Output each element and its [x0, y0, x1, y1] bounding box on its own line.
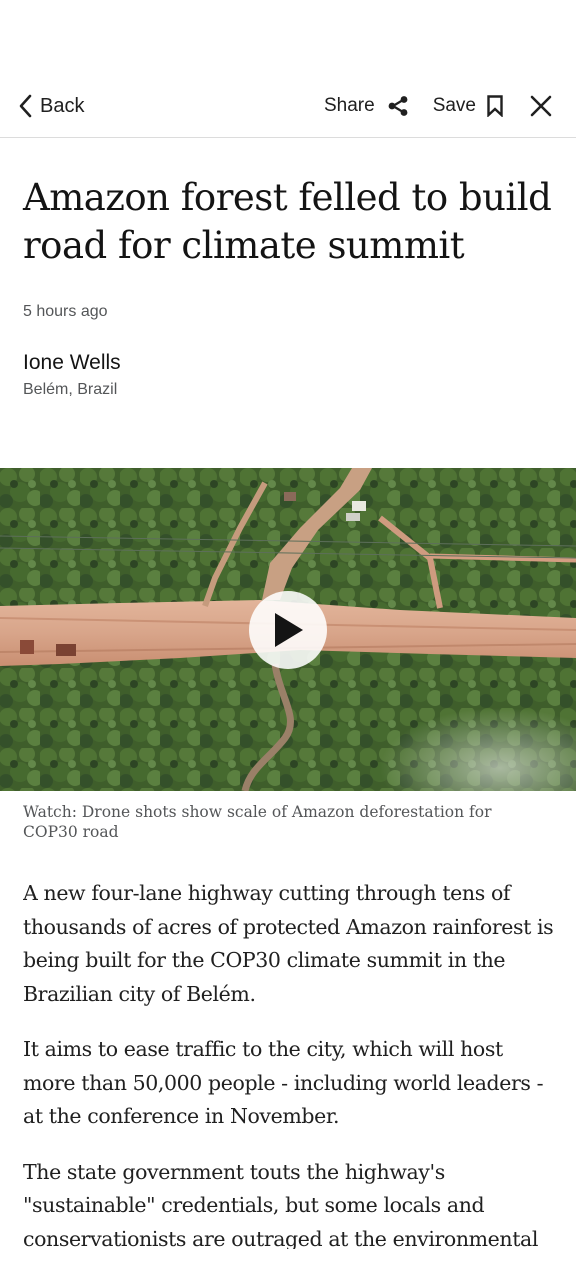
share-label: Share — [323, 95, 375, 116]
article-body: A new four-lane highway cutting through … — [23, 877, 558, 1249]
status-bar — [0, 0, 576, 72]
author-name[interactable]: Ione Wells — [23, 351, 553, 375]
back-chevron-icon — [18, 94, 32, 118]
play-icon — [271, 611, 305, 649]
back-button[interactable]: Back — [18, 92, 84, 120]
toolbar-actions: Share Save — [324, 91, 552, 121]
article-header: Amazon forest felled to build road for c… — [0, 138, 576, 399]
article-paragraph: It aims to ease traffic to the city, whi… — [23, 1037, 544, 1128]
share-button[interactable]: Share — [324, 95, 409, 117]
article-paragraph: The state government touts the highway's… — [23, 1159, 539, 1250]
share-icon — [387, 95, 409, 117]
save-label: Save — [432, 95, 476, 116]
article-timestamp: 5 hours ago — [23, 303, 108, 320]
video-caption: Watch: Drone shots show scale of Amazon … — [23, 803, 492, 841]
back-label: Back — [40, 94, 85, 117]
author-location: Belém, Brazil — [23, 381, 118, 398]
play-button[interactable] — [249, 591, 327, 669]
article-headline: Amazon forest felled to build road for c… — [23, 176, 552, 267]
close-button[interactable] — [530, 95, 552, 117]
save-button[interactable]: Save — [433, 95, 504, 117]
article-toolbar: Back Share Save — [0, 72, 576, 138]
bookmark-icon — [486, 95, 504, 117]
article-paragraph: A new four-lane highway cutting through … — [23, 881, 554, 1006]
close-icon — [530, 95, 552, 117]
